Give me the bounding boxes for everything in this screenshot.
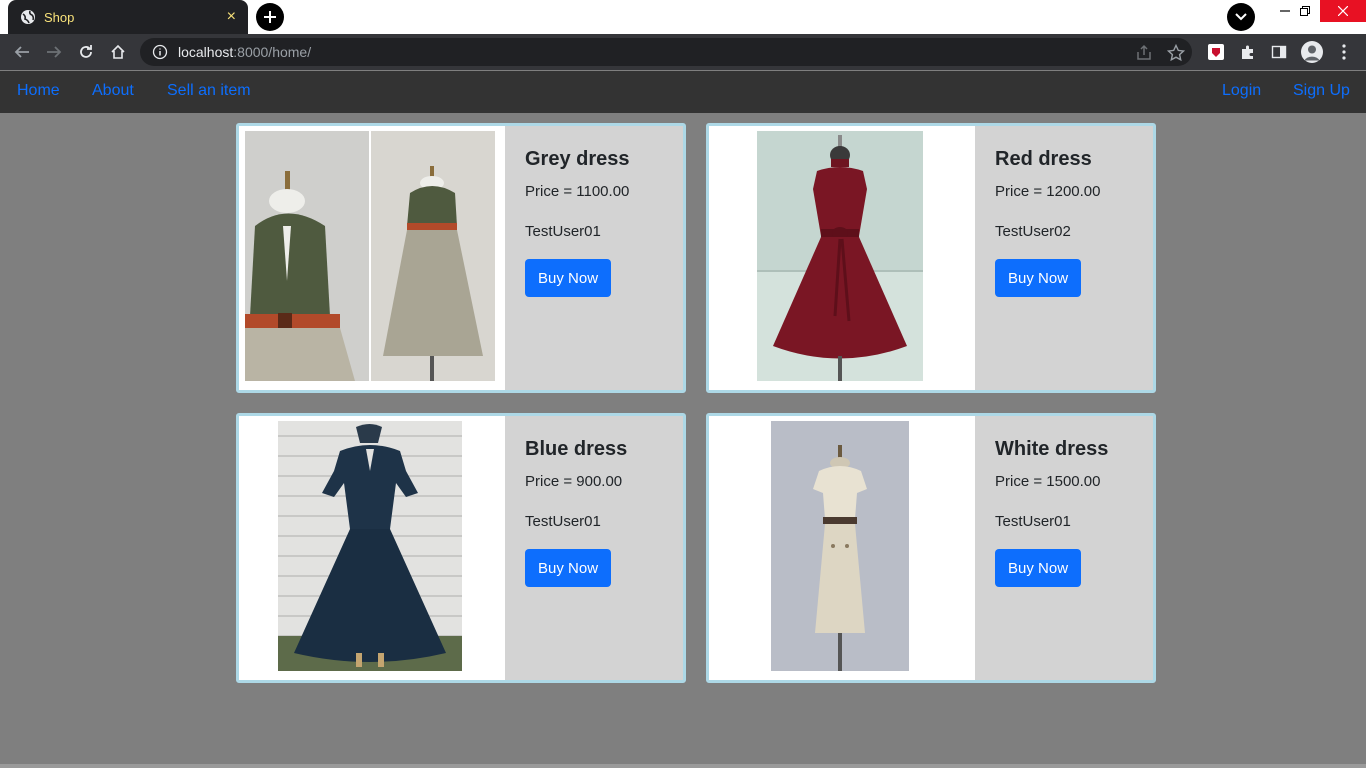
product-image-frame [709,416,975,680]
product-image-frame [239,126,505,390]
product-name: White dress [995,438,1109,460]
url-host: localhost [178,44,234,60]
new-tab-button[interactable] [256,3,284,31]
nav-signup-link[interactable]: Sign Up [1293,82,1350,100]
product-price: Price = 1100.00 [525,183,630,200]
extensions-puzzle-icon[interactable] [1236,40,1260,64]
tab-close-icon[interactable]: × [227,9,236,25]
side-panel-icon[interactable] [1267,40,1291,64]
url-path: :8000/home/ [233,44,312,60]
site-navbar: Home About Sell an item Login Sign Up [0,71,1366,113]
buy-now-button[interactable]: Buy Now [525,259,612,297]
product-name: Blue dress [525,438,628,460]
product-name: Grey dress [525,148,630,170]
address-bar[interactable]: localhost:8000/home/ [140,38,1192,66]
plus-icon [264,11,276,23]
nav-home-link[interactable]: Home [17,82,60,100]
window-close-button[interactable] [1320,0,1366,22]
product-price: Price = 1200.00 [995,183,1101,200]
arrow-right-icon [47,46,62,58]
bookmark-star-icon[interactable] [1167,44,1185,62]
product-image-frame [709,126,975,390]
reload-icon [80,45,92,58]
browser-toolbar: localhost:8000/home/ [0,34,1366,70]
reload-button[interactable] [74,40,98,64]
tab-search-button[interactable] [1227,3,1255,31]
buy-now-button[interactable]: Buy Now [995,259,1082,297]
extension-shield-icon[interactable] [1204,40,1228,64]
browser-tab[interactable]: Shop × [8,0,248,34]
grey-dress-photo [245,131,495,381]
product-price: Price = 1500.00 [995,473,1101,490]
product-card: White dress Price = 1500.00 TestUser01 B… [706,413,1156,683]
back-button[interactable] [10,40,34,64]
taskbar-edge [0,764,1366,768]
browser-tabstrip: Shop × [0,0,1366,34]
profile-avatar-icon[interactable] [1301,41,1323,63]
product-price: Price = 900.00 [525,473,623,490]
home-icon [111,44,125,59]
nav-login-link[interactable]: Login [1222,82,1261,100]
product-name: Red dress [995,148,1092,170]
product-seller: TestUser01 [525,223,601,240]
nav-sell-item-link[interactable]: Sell an item [167,82,251,100]
globe-icon [20,9,36,25]
info-icon[interactable] [152,44,168,60]
close-icon [1338,6,1348,16]
product-card: Red dress Price = 1200.00 TestUser02 Buy… [706,123,1156,393]
restore-icon [1300,6,1310,16]
product-card: Grey dress Price = 1100.00 TestUser01 Bu… [236,123,686,393]
product-card: Blue dress Price = 900.00 TestUser01 Buy… [236,413,686,683]
blue-dress-photo [278,421,462,671]
arrow-left-icon [14,46,29,58]
buy-now-button[interactable]: Buy Now [525,549,612,587]
product-seller: TestUser02 [995,223,1071,240]
browser-menu-icon[interactable] [1332,40,1356,64]
chevron-down-icon [1235,13,1247,21]
product-image-frame [239,416,505,680]
red-dress-photo [757,131,923,381]
share-icon[interactable] [1135,44,1153,62]
forward-button[interactable] [42,40,66,64]
white-dress-photo [771,421,909,671]
home-button[interactable] [106,40,130,64]
product-seller: TestUser01 [525,513,601,530]
tab-title: Shop [44,9,75,25]
buy-now-button[interactable]: Buy Now [995,549,1082,587]
nav-about-link[interactable]: About [92,82,134,100]
product-seller: TestUser01 [995,513,1071,530]
